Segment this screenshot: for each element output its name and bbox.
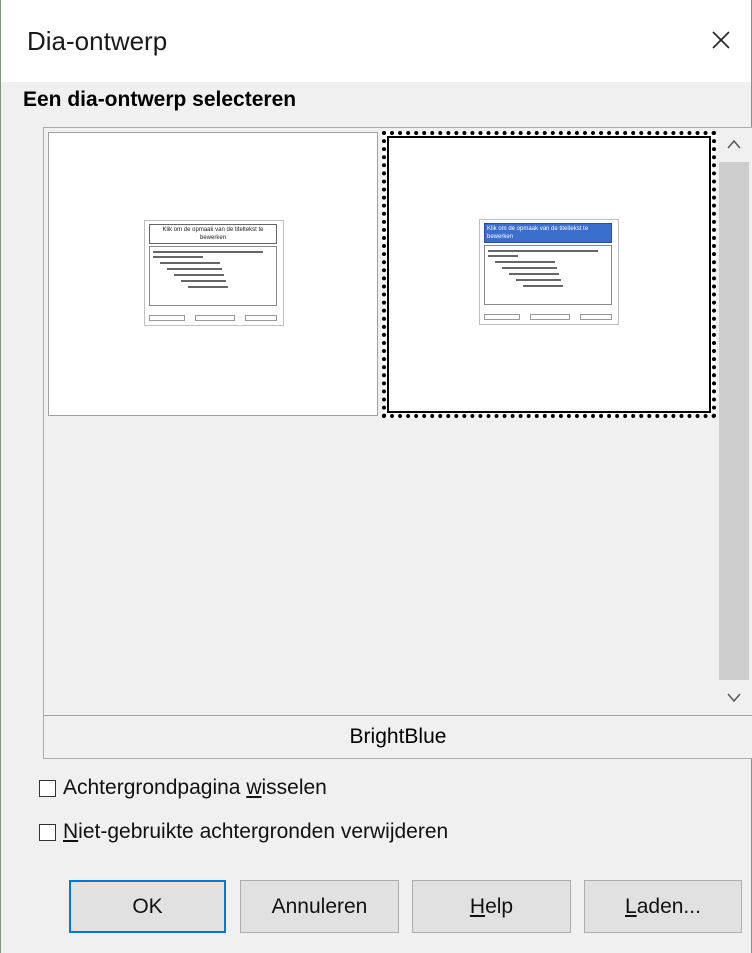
checkbox-box[interactable] [39, 779, 56, 797]
design-thumbnail[interactable]: Klik om de opmaak van de titeltekst te b… [48, 132, 378, 416]
gallery-area: Klik om de opmaak van de titeltekst te b… [44, 128, 716, 714]
checkbox-box[interactable] [39, 823, 56, 841]
design-gallery: Klik om de opmaak van de titeltekst te b… [43, 127, 752, 759]
chevron-down-icon [727, 693, 741, 703]
section-label: Een dia-ontwerp selecteren [23, 88, 297, 111]
checkbox-label: Achtergrondpagina wisselen [63, 776, 327, 799]
close-button[interactable] [701, 20, 741, 60]
exchange-background-checkbox[interactable]: Achtergrondpagina wisselen [39, 773, 327, 803]
design-thumbnail-selected[interactable]: Klik om de opmaak van de titeltekst te b… [382, 131, 716, 418]
dialog-title: Dia-ontwerp [27, 26, 168, 56]
cancel-button[interactable]: Annuleren [240, 880, 399, 933]
selected-design-name: BrightBlue [349, 725, 447, 748]
checkbox-label: Niet-gebruikte achtergronden verwijderen [63, 820, 449, 843]
slide-preview: Klik om de opmaak van de titeltekst te b… [479, 219, 619, 325]
close-icon [712, 31, 730, 49]
divider [44, 715, 752, 716]
slide-preview-title: Klik om de opmaak van de titeltekst te b… [484, 223, 612, 243]
gallery-scrollbar[interactable] [716, 128, 752, 714]
slide-design-dialog: Dia-ontwerp Een dia-ontwerp selecteren K… [0, 0, 752, 953]
scroll-up-button[interactable] [716, 128, 752, 160]
slide-preview-title: Klik om de opmaak van de titeltekst te b… [149, 224, 277, 244]
slide-preview: Klik om de opmaak van de titeltekst te b… [144, 220, 284, 326]
scroll-thumb[interactable] [719, 162, 749, 680]
slide-preview-body [149, 246, 277, 306]
slide-preview-body [484, 245, 612, 305]
chevron-up-icon [727, 139, 741, 149]
ok-button[interactable]: OK [69, 880, 226, 933]
help-button[interactable]: Help [412, 880, 571, 933]
title-bar: Dia-ontwerp [1, 0, 751, 82]
scroll-down-button[interactable] [716, 682, 752, 714]
load-button[interactable]: Laden... [584, 880, 742, 933]
delete-unused-backgrounds-checkbox[interactable]: Niet-gebruikte achtergronden verwijderen [39, 817, 448, 847]
